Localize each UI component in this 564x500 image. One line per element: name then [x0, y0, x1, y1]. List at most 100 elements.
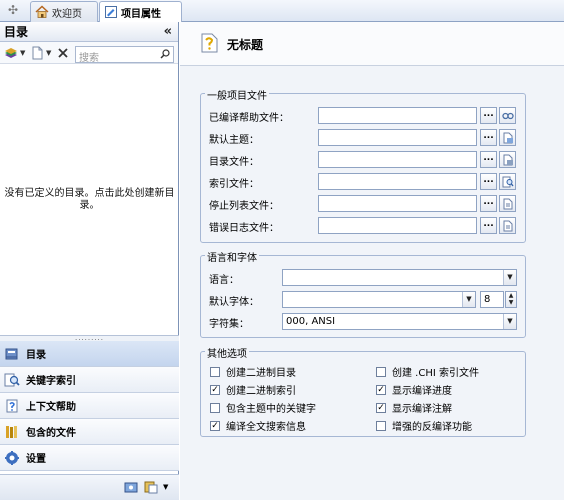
font-size-stepper[interactable]: ▲ ▼ [505, 291, 517, 308]
checkbox[interactable] [376, 366, 386, 377]
error-log-input[interactable] [318, 217, 477, 234]
compiled-file-input[interactable] [318, 107, 477, 124]
add-book-icon[interactable] [3, 45, 18, 60]
general-files-group: 一般项目文件 已编译帮助文件： ... 默认主题： ... 目录文件： ... [200, 87, 526, 243]
checkbox[interactable]: ✓ [376, 402, 386, 413]
language-select[interactable]: ▼ [282, 269, 517, 286]
add-page-icon[interactable] [29, 45, 44, 60]
option-chi-index[interactable]: 创建 .CHI 索引文件 [376, 364, 479, 379]
search-icon[interactable] [160, 49, 170, 62]
main-panel: 无标题 一般项目文件 已编译帮助文件： ... 默认主题： ... 目录文件： … [180, 22, 564, 500]
default-font-row: 默认字体： ▼ 8 ▲ ▼ [201, 291, 525, 309]
context-help-icon [4, 398, 20, 414]
browse-button[interactable]: ... [480, 151, 497, 168]
sidebar-item-context-help[interactable]: 上下文帮助 [0, 393, 179, 419]
default-topic-row: 默认主题： ... [201, 129, 525, 147]
browse-button[interactable]: ... [480, 217, 497, 234]
help-document-icon [200, 32, 220, 54]
option-label: 创建 .CHI 索引文件 [392, 368, 479, 379]
option-label: 创建二进制目录 [226, 368, 296, 379]
field-label: 默认字体： [209, 297, 259, 308]
text-file-icon[interactable] [499, 217, 516, 234]
browse-button[interactable]: ... [480, 129, 497, 146]
topic-page-icon[interactable] [499, 129, 516, 146]
empty-toc-message[interactable]: 没有已定义的目录。点击此处创建新目录。 [0, 188, 179, 212]
tab-welcome[interactable]: 欢迎页 [30, 1, 98, 22]
charset-select[interactable]: 000, ANSI ▼ [282, 313, 517, 330]
book-icon [4, 346, 20, 362]
chevron-down-icon[interactable]: ▼ [20, 49, 27, 57]
browse-button[interactable]: ... [480, 195, 497, 212]
chevron-down-icon[interactable]: ▼ [46, 49, 53, 57]
sidebar-item-included-files[interactable]: 包含的文件 [0, 419, 179, 445]
option-fulltext-search[interactable]: ✓ 编译全文搜索信息 [210, 418, 306, 433]
tab-label: 欢迎页 [52, 9, 82, 20]
option-enhanced-decompile[interactable]: 增强的反编译功能 [376, 418, 472, 433]
checkbox[interactable] [210, 402, 220, 413]
option-label: 显示编译注解 [392, 404, 452, 415]
toc-file-row: 目录文件： ... [201, 151, 525, 169]
language-row: 语言： ▼ [201, 269, 525, 287]
checkbox[interactable] [376, 420, 386, 431]
charset-row: 字符集： 000, ANSI ▼ [201, 313, 525, 331]
stoplist-file-input[interactable] [318, 195, 477, 212]
chevron-down-icon[interactable]: ▼ [462, 292, 475, 307]
option-binary-index[interactable]: ✓ 创建二进制索引 [210, 382, 296, 397]
option-binary-toc[interactable]: 创建二进制目录 [210, 364, 296, 379]
chevron-down-icon[interactable]: ▼ [503, 270, 516, 285]
sidebar-item-settings[interactable]: 设置 [0, 445, 179, 471]
sidebar-item-label: 上下文帮助 [26, 402, 76, 413]
search-input[interactable]: 搜索 [75, 46, 174, 64]
sidebar: 目录 « ▼ ▼ 搜索 没有已定义的目录。点击此处创建新目录。 ........… [0, 22, 179, 500]
group-legend: 其他选项 [205, 345, 249, 360]
sidebar-item-keyword-index[interactable]: 关键字索引 [0, 367, 179, 393]
browse-button[interactable]: ... [480, 107, 497, 124]
font-size-input[interactable]: 8 [480, 291, 504, 308]
field-label: 索引文件： [209, 179, 259, 190]
option-label: 增强的反编译功能 [392, 422, 472, 433]
compile-link-icon[interactable] [499, 107, 516, 124]
page-title: 无标题 [227, 38, 264, 52]
field-label: 目录文件： [209, 157, 259, 168]
checkbox[interactable]: ✓ [210, 384, 220, 395]
new-tab-icon[interactable]: ✣ [6, 3, 20, 17]
option-topic-keywords[interactable]: 包含主题中的关键字 [210, 400, 316, 415]
field-label: 默认主题： [209, 135, 259, 146]
home-icon [35, 5, 49, 19]
sidebar-item-label: 包含的文件 [26, 428, 76, 439]
field-label: 已编译帮助文件： [209, 113, 289, 124]
option-compile-notes[interactable]: ✓ 显示编译注解 [376, 400, 452, 415]
chevron-down-icon[interactable]: ▼ [503, 314, 516, 329]
delete-icon[interactable] [55, 45, 70, 60]
tab-strip: ✣ 欢迎页 项目属性 [0, 0, 564, 23]
chevron-down-icon[interactable]: ▼ [163, 480, 177, 494]
properties-icon [104, 5, 118, 19]
error-log-row: 错误日志文件： ... [201, 217, 525, 235]
option-label: 创建二进制索引 [226, 386, 296, 397]
option-compile-progress[interactable]: ✓ 显示编译进度 [376, 382, 452, 397]
options-icon[interactable] [124, 480, 138, 494]
field-label: 语言： [209, 275, 239, 286]
navigation-pane-icon[interactable] [144, 480, 158, 494]
sidebar-header: 目录 [0, 22, 178, 42]
checkbox[interactable] [210, 366, 220, 377]
option-label: 编译全文搜索信息 [226, 422, 306, 433]
nav-list: 目录 关键字索引 上下文帮助 包含的文件 设置 [0, 341, 179, 471]
page-header: 无标题 [180, 22, 564, 66]
index-search-icon[interactable] [499, 173, 516, 190]
sidebar-footer: ▼ [0, 474, 179, 500]
index-file-input[interactable] [318, 173, 477, 190]
text-file-icon[interactable] [499, 195, 516, 212]
default-topic-input[interactable] [318, 129, 477, 146]
default-font-select[interactable]: ▼ [282, 291, 476, 308]
collapse-sidebar-icon[interactable]: « [164, 24, 172, 39]
browse-button[interactable]: ... [480, 173, 497, 190]
option-label: 包含主题中的关键字 [226, 404, 316, 415]
checkbox[interactable]: ✓ [376, 384, 386, 395]
sidebar-item-toc[interactable]: 目录 [0, 341, 179, 367]
sidebar-item-label: 关键字索引 [26, 376, 76, 387]
toc-file-input[interactable] [318, 151, 477, 168]
tab-project-properties[interactable]: 项目属性 [99, 1, 182, 23]
toc-edit-icon[interactable] [499, 151, 516, 168]
checkbox[interactable]: ✓ [210, 420, 220, 431]
